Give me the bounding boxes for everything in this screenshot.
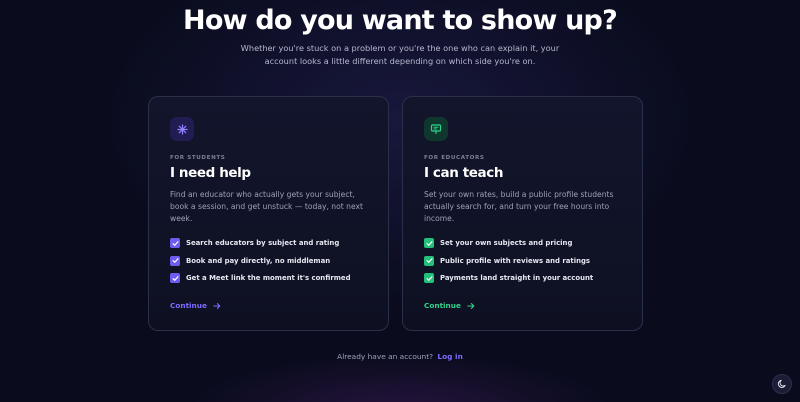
continue-label: Continue: [170, 301, 207, 310]
student-continue-button[interactable]: Continue: [170, 301, 221, 310]
feature-label: Book and pay directly, no middleman: [186, 256, 331, 265]
card-title: I can teach: [424, 165, 504, 181]
feature-label: Search educators by subject and rating: [186, 239, 340, 247]
check-icon: [170, 238, 180, 248]
feature-item: Get a Meet link the moment it's confirme…: [170, 272, 351, 284]
login-link[interactable]: Log in: [437, 352, 462, 361]
feature-label: Get a Meet link the moment it's confirme…: [186, 274, 351, 282]
continue-label: Continue: [424, 301, 461, 310]
card-description: Set your own rates, build a public profi…: [424, 190, 614, 223]
presentation-icon: [424, 117, 448, 141]
moon-icon: [777, 379, 786, 388]
card-title: I need help: [170, 165, 251, 181]
feature-label: Payments land straight in your account: [440, 274, 594, 282]
check-icon: [424, 255, 434, 266]
arrow-right-icon: [213, 302, 221, 309]
check-icon: [170, 273, 180, 283]
card-description: Find an educator who actually gets your …: [170, 190, 363, 223]
feature-item: Public profile with reviews and ratings: [424, 255, 593, 267]
page-title: How do you want to show up?: [183, 5, 618, 36]
feature-label: Public profile with reviews and ratings: [440, 256, 591, 265]
page-subtitle: Whether you're stuck on a problem or you…: [240, 43, 560, 66]
theme-toggle-button[interactable]: [772, 374, 792, 394]
feature-item: Set your own subjects and pricing: [424, 237, 593, 249]
educator-continue-button[interactable]: Continue: [424, 301, 475, 310]
check-icon: [424, 273, 434, 283]
arrow-right-icon: [467, 302, 475, 309]
educator-role-card[interactable]: FOR EDUCATORS I can teach Set your own r…: [402, 96, 643, 331]
check-icon: [424, 238, 434, 248]
feature-item: Book and pay directly, no middleman: [170, 255, 351, 267]
student-role-card[interactable]: FOR STUDENTS I need help Find an educato…: [148, 96, 389, 331]
login-prompt: Already have an account? Log in: [0, 352, 800, 361]
card-eyebrow: FOR EDUCATORS: [424, 155, 485, 161]
card-eyebrow: FOR STUDENTS: [170, 155, 226, 161]
feature-label: Set your own subjects and pricing: [440, 239, 573, 247]
sparkle-icon: [170, 117, 194, 141]
feature-item: Search educators by subject and rating: [170, 237, 351, 249]
feature-list: Set your own subjects and pricing Public…: [424, 237, 593, 290]
login-prompt-text: Already have an account?: [337, 352, 434, 361]
feature-item: Payments land straight in your account: [424, 272, 593, 284]
check-icon: [170, 255, 180, 266]
feature-list: Search educators by subject and rating B…: [170, 237, 351, 290]
